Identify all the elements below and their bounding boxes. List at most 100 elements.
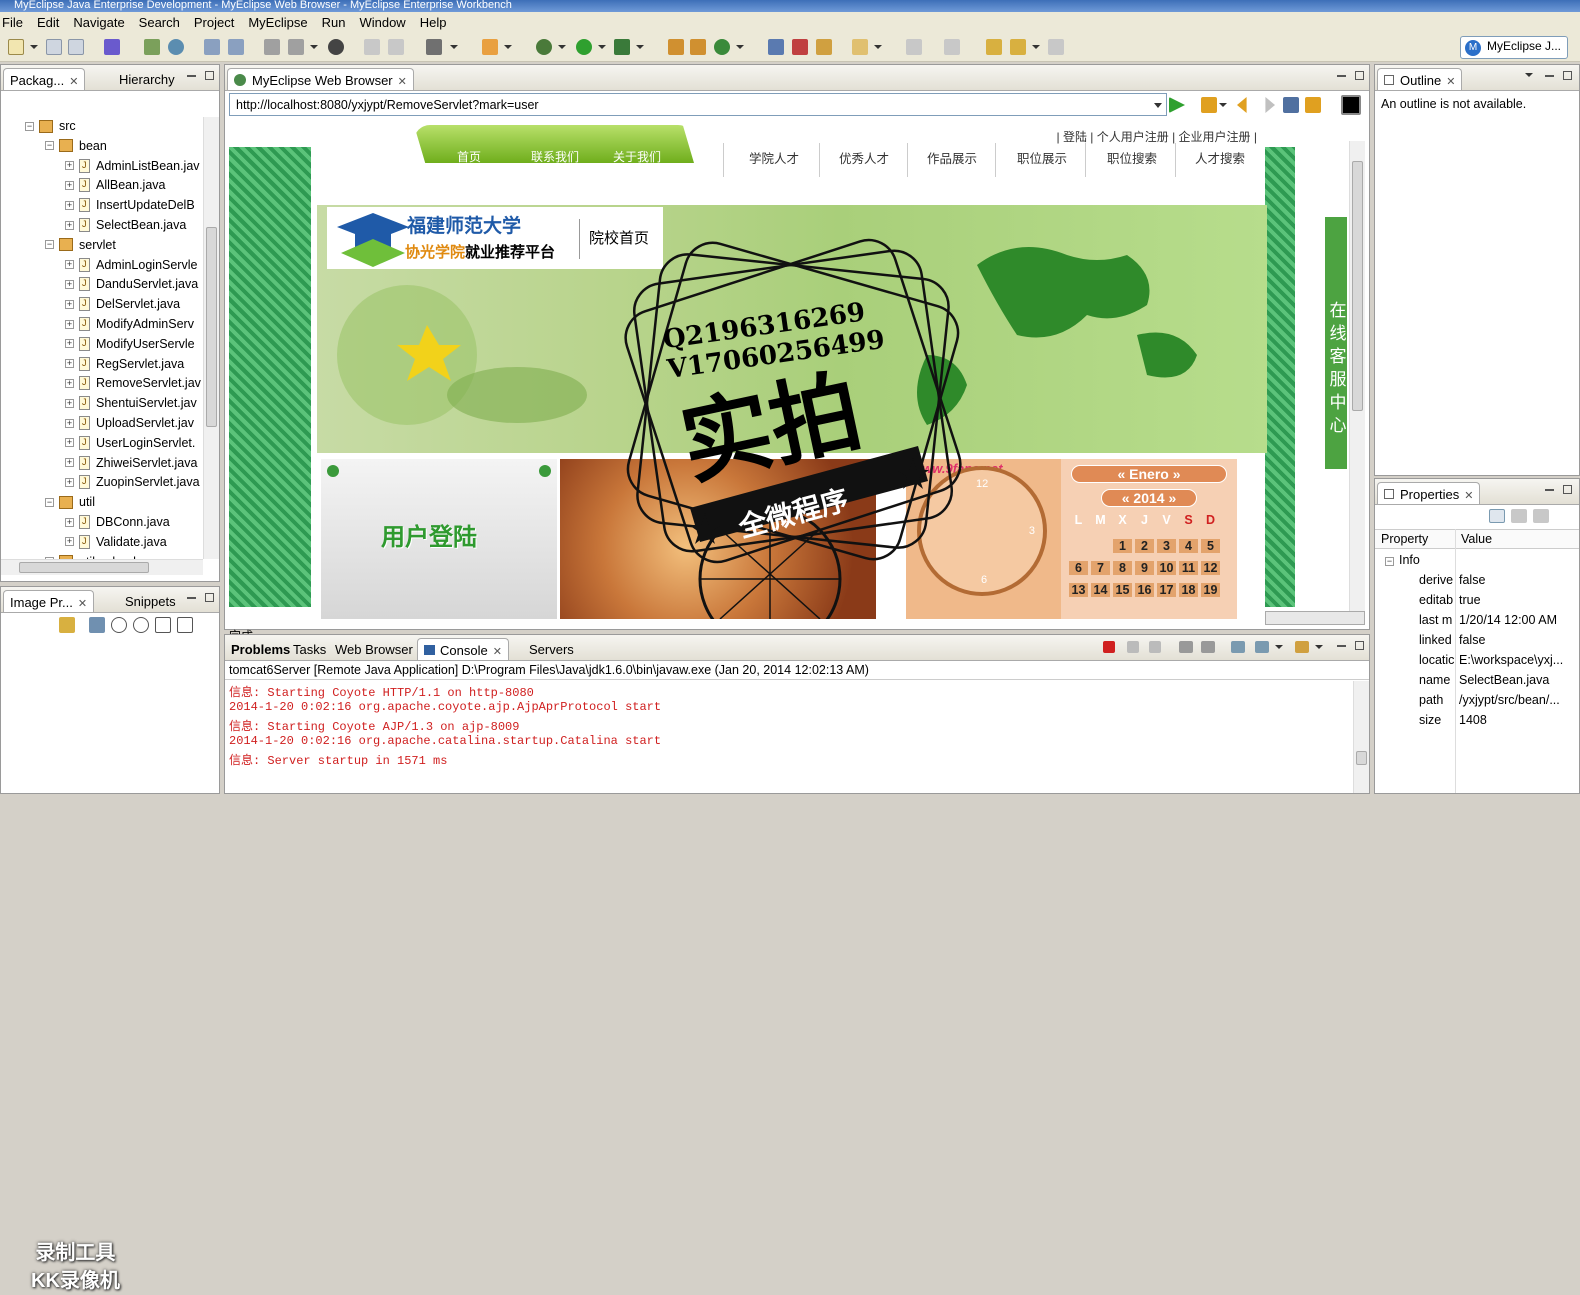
property-row[interactable]: derive false [1375,573,1579,593]
forward-icon[interactable] [1048,39,1064,55]
nav-works[interactable]: 作品展示 [927,148,977,167]
property-row[interactable]: linked false [1375,633,1579,653]
info-group[interactable]: − Info [1385,553,1420,567]
favorites-icon[interactable] [1201,97,1217,113]
tree-item-file[interactable]: + ZhiweiServlet.java [65,453,197,473]
tab-outline[interactable]: Outline ✕ [1377,68,1463,90]
menu-myeclipse[interactable]: MyEclipse [241,15,314,30]
tree-item-file[interactable]: + UserLoginServlet. [65,433,195,453]
calendar-day[interactable]: 14 [1091,583,1110,597]
folder-dropdown-icon[interactable] [874,45,882,49]
nav-talent-search[interactable]: 人才搜索 [1195,148,1245,167]
expand-icon[interactable]: + [65,161,74,171]
tab-web-browser[interactable]: MyEclipse Web Browser ✕ [227,68,414,90]
last-edit-icon[interactable] [986,39,1002,55]
calendar-day[interactable]: 10 [1157,561,1176,575]
refresh-icon[interactable] [388,39,404,55]
calendar-day[interactable]: 1 [1113,539,1132,553]
expand-icon[interactable]: + [65,537,74,547]
calendar-day[interactable]: 19 [1201,583,1220,597]
package-icon[interactable] [816,39,832,55]
tree-item-file[interactable]: + ZuopinServlet.java [65,472,200,492]
maximize-icon[interactable] [1355,641,1364,650]
perspective-button[interactable]: M MyEclipse J... [1459,36,1568,59]
top-links[interactable]: | 登陆 | 个人用户注册 | 企业用户注册 | [1057,128,1257,145]
menu-help[interactable]: Help [413,15,454,30]
database-dropdown-icon[interactable] [310,45,318,49]
tab-servers[interactable]: Servers [523,638,580,660]
tab-properties[interactable]: Properties ✕ [1377,482,1481,504]
favorites-dropdown-icon[interactable] [1219,103,1227,107]
expand-icon[interactable]: + [65,319,74,329]
maximize-icon[interactable] [1563,485,1572,494]
nav-jobs[interactable]: 职位展示 [1017,148,1067,167]
save-icon[interactable] [46,39,62,55]
expand-icon[interactable]: + [65,279,74,289]
browser-icon[interactable] [328,39,344,55]
menu-window[interactable]: Window [352,15,412,30]
tree-item-file[interactable]: + AdminListBean.jav [65,156,200,176]
menu-file[interactable]: File [0,15,30,30]
calendar-day[interactable]: 11 [1179,561,1198,575]
database-icon[interactable] [288,39,304,55]
property-row[interactable]: last m 1/20/14 12:00 AM [1375,613,1579,633]
globe-icon[interactable] [168,39,184,55]
calendar-day[interactable]: 3 [1157,539,1176,553]
tree-item-package[interactable]: −util.upload [45,552,136,559]
search-icon[interactable] [228,39,244,55]
tree-item-file[interactable]: + SelectBean.java [65,215,186,235]
tree-item-file[interactable]: + ModifyAdminServ [65,314,194,334]
remove-all-icon[interactable] [1149,641,1161,653]
minimize-icon[interactable] [187,75,196,77]
calendar-day[interactable]: 18 [1179,583,1198,597]
close-icon[interactable]: ✕ [398,76,407,88]
minimize-icon[interactable] [187,597,196,599]
back-dropdown-icon[interactable] [1032,45,1040,49]
open-console-icon[interactable] [1295,641,1309,653]
calendar-day[interactable]: 12 [1201,561,1220,575]
calendar-day[interactable]: 16 [1135,583,1154,597]
tree-item-package[interactable]: − bean [45,136,107,156]
forward-icon[interactable] [1265,97,1275,113]
calendar-day[interactable]: 8 [1113,561,1132,575]
tab-snippets[interactable]: Snippets [119,590,182,612]
minimize-icon[interactable] [1545,489,1554,491]
property-row[interactable]: editab true [1375,593,1579,613]
tab-image-preview[interactable]: Image Pr... ✕ [3,590,95,612]
property-row[interactable]: name SelectBean.java [1375,673,1579,693]
close-icon[interactable]: ✕ [78,598,87,610]
back-icon[interactable] [1010,39,1026,55]
calendar-year[interactable]: « 2014 » [1101,489,1197,507]
connect-icon[interactable] [264,39,280,55]
minimize-icon[interactable] [1337,645,1346,647]
tree-horizontal-scrollbar[interactable] [1,559,203,575]
collapse-icon[interactable]: − [45,497,54,507]
folder-open-icon[interactable] [852,39,868,55]
expand-icon[interactable]: + [65,260,74,270]
external-tools-dropdown-icon[interactable] [636,45,644,49]
tree-item-file[interactable]: + UploadServlet.jav [65,413,194,433]
scroll-lock-icon[interactable] [1201,641,1215,653]
nav-college-talent[interactable]: 学院人才 [749,148,799,167]
calendar-day[interactable]: 2 [1135,539,1154,553]
refresh-dropdown-icon[interactable] [736,45,744,49]
expand-icon[interactable]: + [65,398,74,408]
close-icon[interactable]: ✕ [69,76,78,88]
tree-item-package[interactable]: − src [25,117,76,136]
tree-item-package[interactable]: − util [45,492,95,512]
property-row[interactable]: locatic E:\workspace\yxj... [1375,653,1579,673]
calendar-day[interactable]: 5 [1201,539,1220,553]
tree-vertical-scrollbar[interactable] [203,117,219,559]
nav-home[interactable]: 首页 [457,148,481,165]
property-row[interactable]: path/yxjypt/src/bean/... [1375,693,1579,713]
tree-item-file[interactable]: + AdminLoginServle [65,255,197,275]
go-icon[interactable] [1169,97,1185,113]
maximize-icon[interactable] [1563,71,1572,80]
tree-item-file[interactable]: + AllBean.java [65,175,166,195]
terminate-icon[interactable] [1103,641,1115,653]
fullscreen-icon[interactable] [177,617,193,633]
back-icon[interactable] [1237,97,1247,113]
scroll-thumb[interactable] [206,227,217,427]
menu-edit[interactable]: Edit [30,15,66,30]
remove-launch-icon[interactable] [1127,641,1139,653]
